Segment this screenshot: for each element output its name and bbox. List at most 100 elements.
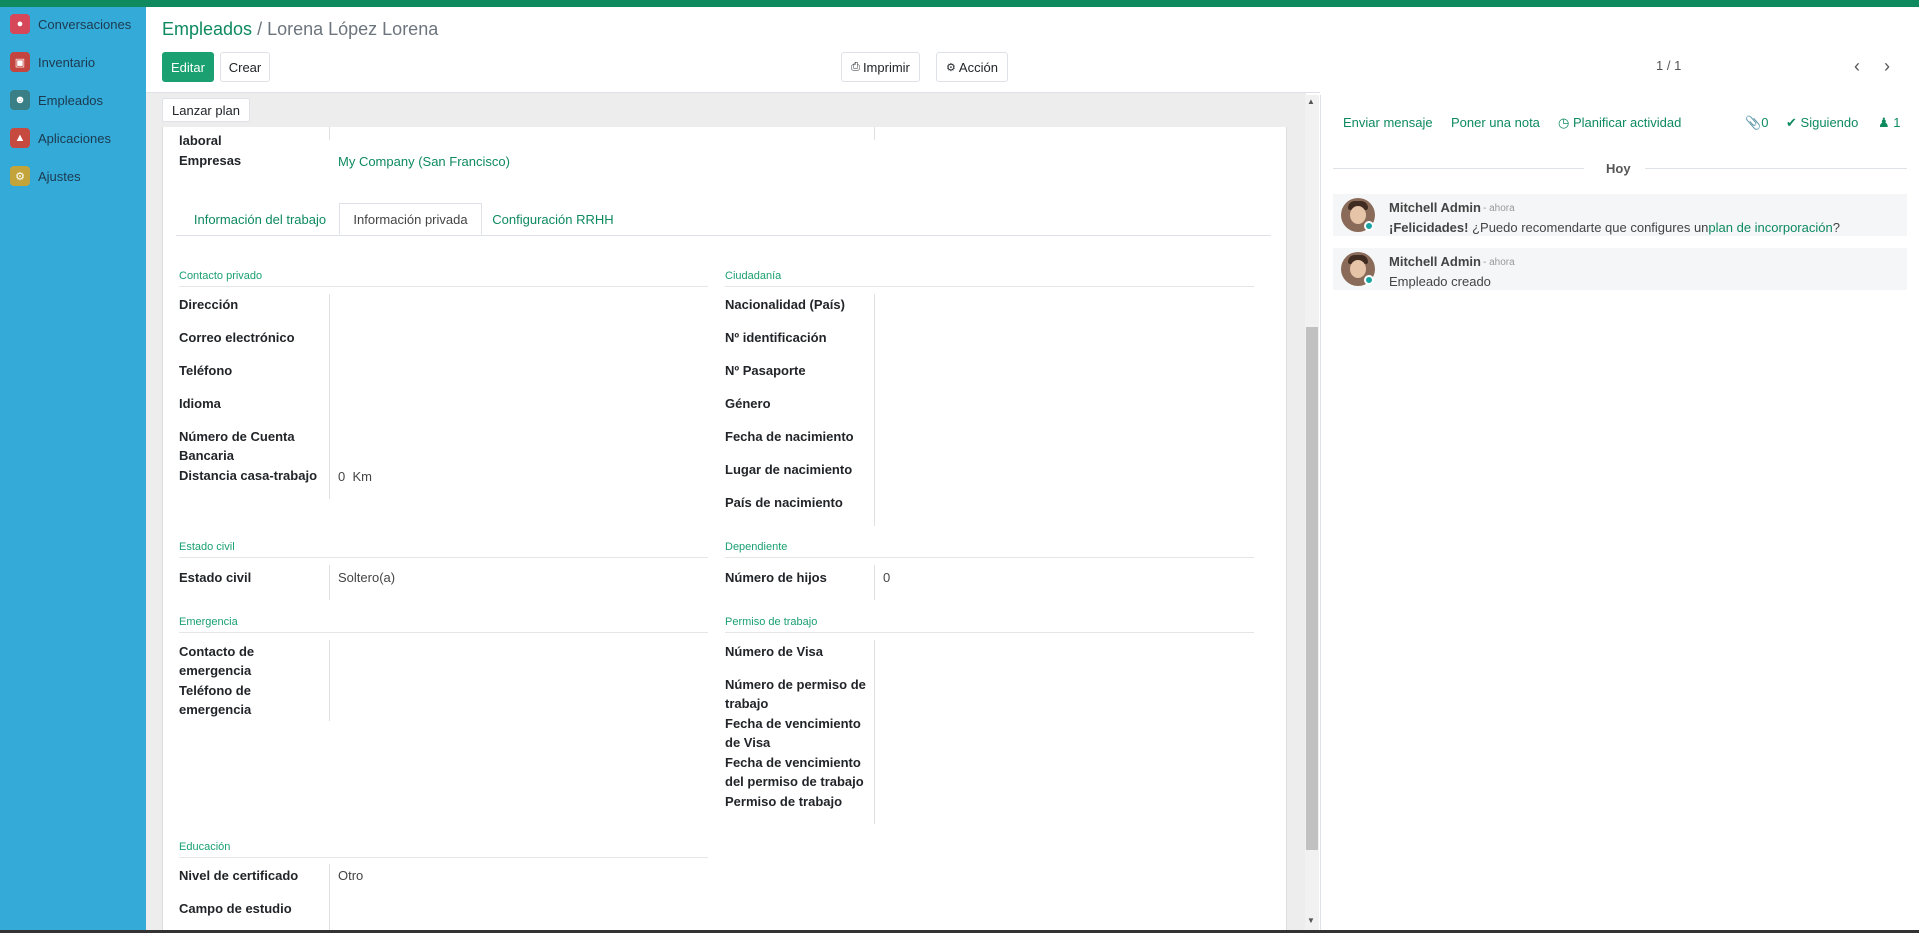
paperclip-icon: 📎: [1745, 115, 1762, 130]
tabs-baseline: [176, 235, 1271, 236]
field-label-children: Número de hijos: [725, 570, 827, 585]
field-label-partial: laboral: [179, 133, 222, 148]
following-button[interactable]: ✔ Siguiendo: [1786, 115, 1858, 131]
create-button[interactable]: Crear: [220, 52, 270, 82]
section-title-emergency: Emergencia: [179, 616, 238, 628]
apps-icon: ▲: [10, 128, 30, 148]
label-line: Número de permiso de: [725, 677, 866, 692]
field-label-birth-country: País de nacimiento: [725, 495, 843, 510]
label-line: emergencia: [179, 702, 252, 717]
log-note-button[interactable]: Poner una nota: [1451, 115, 1540, 130]
print-icon: ⎙: [851, 60, 860, 73]
form-scrollbar-thumb[interactable]: [1306, 327, 1318, 850]
following-label: Siguiendo: [1800, 115, 1859, 130]
message-time: - ahora: [1483, 203, 1515, 214]
section-divider: [179, 557, 708, 558]
box-icon: ▣: [10, 52, 30, 72]
label-line: emergencia: [179, 663, 252, 678]
section-title-private-contact: Contacto privado: [179, 270, 263, 282]
section-title-education: Educación: [179, 841, 231, 853]
sidebar-item-label: Empleados: [38, 92, 104, 108]
message-time: - ahora: [1483, 257, 1515, 268]
launch-plan-button[interactable]: Lanzar plan: [162, 98, 250, 122]
field-label-birthplace: Lugar de nacimiento: [725, 462, 853, 477]
followers-button[interactable]: ♟ 1: [1878, 115, 1901, 131]
schedule-activity-button[interactable]: ◷ Planificar actividad: [1558, 115, 1681, 131]
children-value: 0: [883, 570, 891, 585]
label-line: trabajo: [725, 696, 769, 711]
field-label-certificate-level: Nivel de certificado: [179, 868, 299, 883]
message-author[interactable]: Mitchell Admin: [1389, 254, 1481, 269]
field-separator: [874, 294, 875, 526]
section-divider: [725, 286, 1254, 287]
sidebar-item-aplicaciones[interactable]: ▲ Aplicaciones: [10, 126, 111, 150]
field-separator: [874, 640, 875, 824]
pager-value[interactable]: 1 / 1: [1656, 58, 1681, 73]
scroll-down-icon[interactable]: ▼: [1307, 916, 1315, 925]
field-separator: [874, 565, 875, 600]
gear-icon: ⚙: [946, 61, 956, 74]
message-suffix: ?: [1832, 220, 1840, 235]
field-label-company: Empresas: [179, 153, 242, 168]
field-separator: [329, 864, 330, 930]
tab-private-information[interactable]: Información privada: [339, 203, 482, 235]
section-title-citizenship: Ciudadanía: [725, 270, 782, 282]
message-body: ¡Felicidades! ¿Puedo recomendarte que co…: [1389, 220, 1840, 235]
field-label-passport: Nº Pasaporte: [725, 363, 806, 378]
field-label-marital: Estado civil: [179, 570, 252, 585]
sidebar-item-ajustes[interactable]: ⚙ Ajustes: [10, 164, 81, 188]
distance-value: 0 Km: [338, 469, 372, 484]
sidebar-item-label: Conversaciones: [38, 16, 132, 32]
sidebar-item-conversaciones[interactable]: ● Conversaciones: [10, 12, 131, 36]
pager-previous-icon[interactable]: ‹: [1854, 56, 1860, 77]
schedule-activity-label: Planificar actividad: [1572, 115, 1682, 130]
breadcrumb-separator: /: [252, 19, 268, 39]
attachments-button[interactable]: 📎0: [1745, 115, 1768, 131]
field-label-visa-expiration: Fecha de vencimiento de Visa: [725, 714, 861, 752]
section-divider: [179, 857, 708, 858]
sidebar-item-label: Aplicaciones: [38, 130, 111, 146]
message-author[interactable]: Mitchell Admin: [1389, 200, 1481, 215]
action-button-label: Acción: [958, 59, 998, 75]
message-bold-prefix: ¡Felicidades!: [1389, 220, 1469, 235]
field-label-bank-account: Número de Cuenta Bancaria: [179, 427, 295, 465]
distance-unit: Km: [352, 469, 372, 484]
field-label-work-permit: Permiso de trabajo: [725, 794, 843, 809]
onboarding-plan-link[interactable]: plan de incorporación: [1708, 220, 1832, 235]
print-button[interactable]: ⎙ Imprimir: [841, 52, 920, 82]
breadcrumb-current: Lorena López Lorena: [267, 19, 439, 39]
scroll-up-icon[interactable]: ▲: [1307, 97, 1315, 106]
edit-button[interactable]: Editar: [162, 52, 214, 82]
label-line: Contacto de: [179, 644, 255, 659]
field-label-id-number: Nº identificación: [725, 330, 827, 345]
sidebar-item-label: Inventario: [38, 54, 96, 70]
breadcrumb-parent-link[interactable]: Empleados: [162, 19, 252, 39]
tab-work-information[interactable]: Información del trabajo: [180, 203, 340, 235]
send-message-button[interactable]: Enviar mensaje: [1343, 115, 1433, 130]
field-label-emergency-contact: Contacto de emergencia: [179, 642, 254, 680]
field-label-nationality: Nacionalidad (País): [725, 297, 845, 312]
section-title-work-permit: Permiso de trabajo: [725, 616, 818, 628]
chat-bubble-icon: ●: [10, 14, 30, 34]
section-divider: [725, 632, 1254, 633]
field-label-phone: Teléfono: [179, 363, 233, 378]
form-sheet: [162, 127, 1287, 933]
tab-hr-settings[interactable]: Configuración RRHH: [484, 203, 622, 235]
sidebar-item-empleados[interactable]: ☻ Empleados: [10, 88, 103, 112]
label-line: Número de Cuenta: [179, 429, 295, 444]
online-status-icon: [1364, 275, 1374, 285]
sidebar-item-label: Ajustes: [38, 168, 81, 184]
section-divider: [179, 632, 708, 633]
sidebar-item-inventario[interactable]: ▣ Inventario: [10, 50, 95, 74]
field-label-email: Correo electrónico: [179, 330, 295, 345]
pager-next-icon[interactable]: ›: [1884, 56, 1890, 77]
user-icon: ♟: [1878, 115, 1890, 130]
action-button[interactable]: ⚙ Acción: [936, 52, 1008, 82]
field-separator: [329, 640, 330, 721]
field-separator: [329, 127, 330, 140]
date-separator-line: [1333, 168, 1584, 169]
field-label-distance: Distancia casa-trabajo: [179, 468, 318, 483]
message-body: Empleado creado: [1389, 274, 1491, 289]
attachments-count: 0: [1761, 115, 1769, 130]
company-link[interactable]: My Company (San Francisco): [338, 154, 510, 169]
